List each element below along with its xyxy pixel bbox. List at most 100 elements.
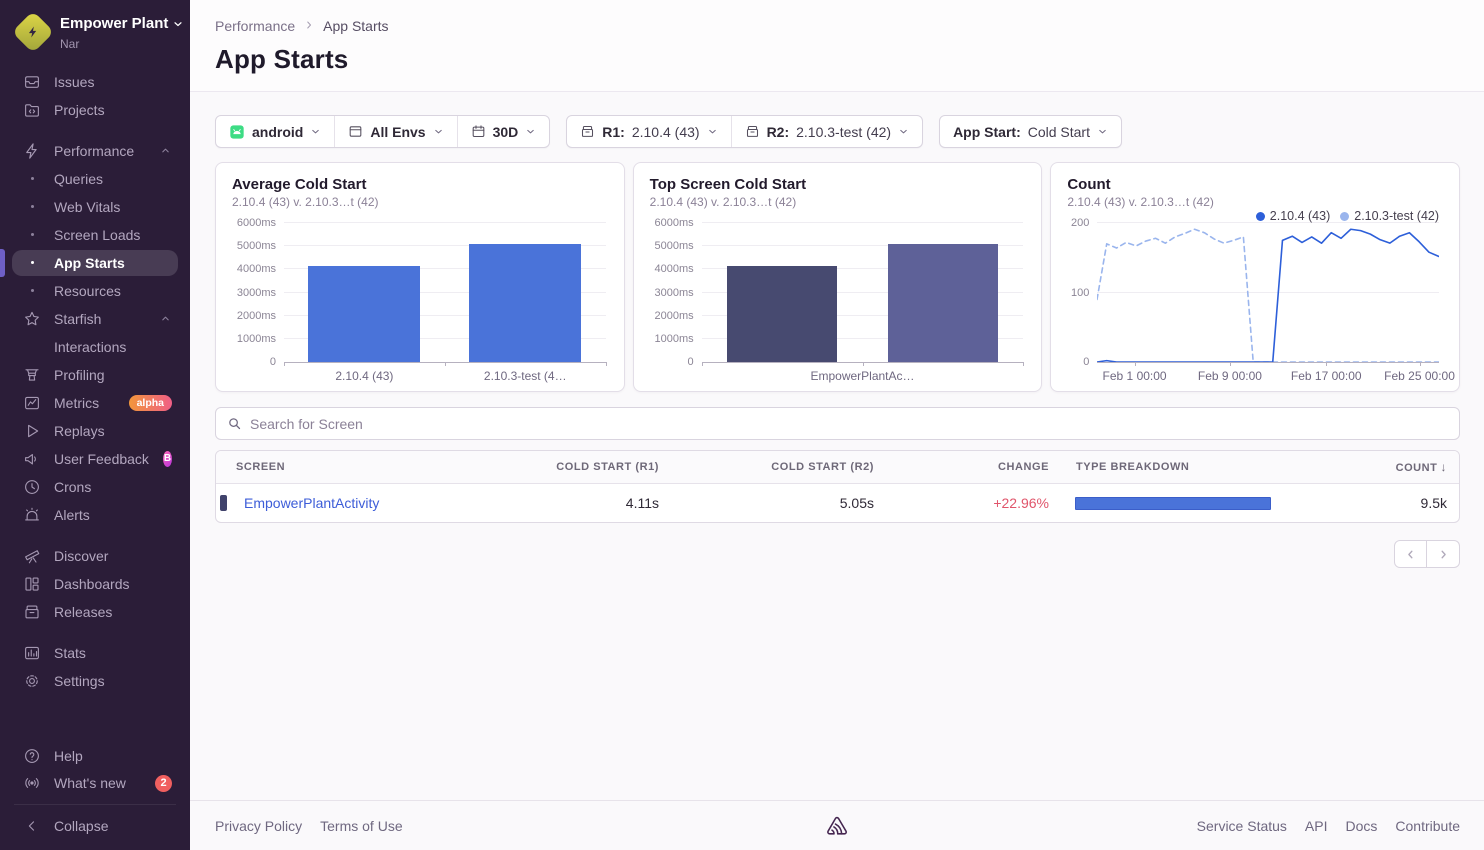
release2-filter[interactable]: R2:2.10.3-test (42)	[731, 116, 923, 147]
sidebar-item-app-starts[interactable]: App Starts	[12, 250, 178, 276]
x-axis-tick	[702, 362, 703, 366]
sidebar-item-label: Dashboards	[54, 576, 130, 592]
filter-value: Cold Start	[1028, 124, 1090, 140]
sidebar-item-label: Collapse	[54, 818, 108, 834]
sidebar-item-label: Interactions	[54, 339, 126, 355]
page-header: PerformanceApp Starts App Starts	[190, 0, 1484, 92]
sidebar-item-issues[interactable]: Issues	[12, 69, 178, 95]
sidebar-item-user-feedback[interactable]: User FeedbackB	[12, 446, 178, 472]
sidebar-item-label: Releases	[54, 604, 112, 620]
footer-link-service-status[interactable]: Service Status	[1197, 818, 1287, 834]
sidebar-item-what-s-new[interactable]: What's new2	[12, 770, 178, 796]
sidebar-item-releases[interactable]: Releases	[12, 599, 178, 625]
stats-icon	[23, 644, 41, 662]
pagination	[190, 540, 1460, 568]
sidebar-item-projects[interactable]: Projects	[12, 97, 178, 123]
breadcrumb-performance[interactable]: Performance	[215, 18, 295, 34]
environment-filter[interactable]: All Envs	[334, 116, 456, 147]
x-axis-tick	[1326, 362, 1327, 366]
x-axis-label: Feb 25 00:00	[1384, 369, 1455, 383]
series-2-10-3-test-42	[1097, 229, 1439, 362]
releases-icon	[22, 602, 42, 622]
issues-icon	[22, 72, 42, 92]
org-name: Empower Plant	[60, 15, 168, 34]
sidebar-item-label: Starfish	[54, 311, 101, 327]
filter-value: android	[252, 124, 303, 140]
sidebar-item-crons[interactable]: Crons	[12, 474, 178, 500]
gridline	[702, 222, 1024, 223]
sidebar-item-discover[interactable]: Discover	[12, 543, 178, 569]
app-start-type-filter[interactable]: App Start:Cold Start	[940, 116, 1121, 147]
crons-icon	[22, 477, 42, 497]
sidebar-item-label: Projects	[54, 102, 105, 118]
y-axis-tick-label: 2000ms	[648, 310, 694, 322]
sidebar-item-starfish[interactable]: Starfish	[12, 306, 178, 332]
footer-link-api[interactable]: API	[1305, 818, 1328, 834]
sidebar-item-stats[interactable]: Stats	[12, 640, 178, 666]
bar-2-10-3-test-4	[469, 244, 581, 362]
sidebar-item-alerts[interactable]: Alerts	[12, 502, 178, 528]
sidebar-item-label: Queries	[54, 171, 103, 187]
org-switcher[interactable]: Empower Plant Nar	[0, 12, 190, 68]
y-axis-tick-label: 5000ms	[648, 240, 694, 252]
starfish-icon	[22, 309, 42, 329]
chart-title: Count	[1067, 176, 1443, 193]
bullet-icon	[22, 281, 42, 301]
previous-page-button[interactable]	[1394, 540, 1427, 568]
screen-link[interactable]: EmpowerPlantActivity	[236, 495, 379, 511]
sidebar-item-queries[interactable]: Queries	[12, 166, 178, 192]
collapse-icon	[23, 817, 41, 835]
search-input[interactable]	[250, 416, 1448, 432]
sidebar-item-dashboards[interactable]: Dashboards	[12, 571, 178, 597]
feedback-icon	[22, 449, 42, 469]
footer-link-privacy-policy[interactable]: Privacy Policy	[215, 818, 302, 834]
alpha-badge: alpha	[129, 395, 172, 411]
date-range-filter[interactable]: 30D	[457, 116, 550, 147]
main-content: PerformanceApp Starts App Starts android…	[190, 0, 1484, 850]
dashboards-icon	[23, 575, 41, 593]
sidebar-item-resources[interactable]: Resources	[12, 278, 178, 304]
release1-filter[interactable]: R1:2.10.4 (43)	[567, 116, 730, 147]
alerts-icon	[22, 505, 42, 525]
y-axis-tick-label: 0	[1050, 356, 1089, 368]
sidebar-item-screen-loads[interactable]: Screen Loads	[12, 222, 178, 248]
chevron-up-icon	[159, 144, 172, 157]
chart-subtitle: 2.10.4 (43) v. 2.10.3…t (42)	[650, 195, 1026, 209]
sidebar-item-label: What's new	[54, 775, 126, 791]
sidebar-item-performance[interactable]: Performance	[12, 138, 178, 164]
dashboards-icon	[22, 574, 42, 594]
chevron-left-icon	[1404, 548, 1417, 561]
column-header-count[interactable]: COUNT↓	[1321, 460, 1459, 474]
sidebar-item-metrics[interactable]: Metricsalpha	[12, 390, 178, 416]
footer-link-terms-of-use[interactable]: Terms of Use	[320, 818, 402, 834]
column-header-screen: SCREEN	[216, 461, 466, 473]
profiling-icon	[22, 365, 42, 385]
footer-link-docs[interactable]: Docs	[1346, 818, 1378, 834]
sidebar-item-replays[interactable]: Replays	[12, 418, 178, 444]
project-filter[interactable]: android	[216, 116, 334, 147]
legend-item-2-10-4-43[interactable]: 2.10.4 (43)	[1256, 209, 1330, 223]
android-icon	[229, 124, 245, 140]
sidebar-item-profiling[interactable]: Profiling	[12, 362, 178, 388]
screens-table: SCREENCOLD START (R1)COLD START (R2)CHAN…	[215, 450, 1460, 523]
chevron-right-icon	[1437, 548, 1450, 561]
legend-label: 2.10.4 (43)	[1270, 209, 1330, 223]
calendar-icon	[471, 124, 486, 139]
next-page-button[interactable]	[1427, 540, 1460, 568]
sidebar-item-collapse[interactable]: Collapse	[12, 813, 178, 839]
chevron-down-icon	[172, 18, 184, 30]
sidebar-item-web-vitals[interactable]: Web Vitals	[12, 194, 178, 220]
sidebar-item-help[interactable]: Help	[12, 743, 178, 769]
x-axis-tick	[1023, 362, 1024, 366]
sidebar-item-label: App Starts	[54, 255, 125, 271]
breadcrumb: PerformanceApp Starts	[215, 18, 1460, 34]
sidebar-item-label: User Feedback	[54, 451, 149, 467]
legend-item-2-10-3-test-42[interactable]: 2.10.3-test (42)	[1340, 209, 1439, 223]
y-axis-tick-label: 4000ms	[648, 263, 694, 275]
sidebar-item-interactions[interactable]: Interactions	[12, 334, 178, 360]
y-axis-tick-label: 6000ms	[648, 217, 694, 229]
whatsnew-icon	[23, 774, 41, 792]
sidebar-item-label: Web Vitals	[54, 199, 120, 215]
footer-link-contribute[interactable]: Contribute	[1395, 818, 1460, 834]
sidebar-item-settings[interactable]: Settings	[12, 668, 178, 694]
